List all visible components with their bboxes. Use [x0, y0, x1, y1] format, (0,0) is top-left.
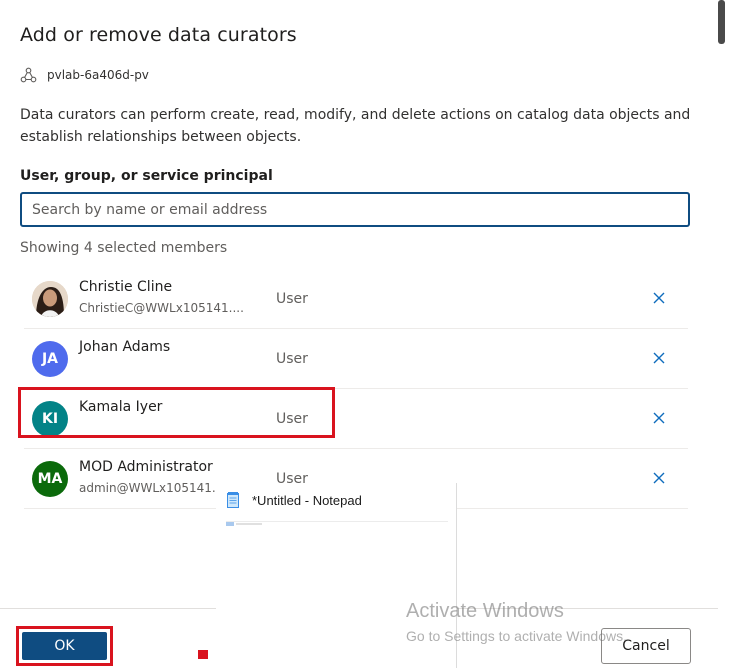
remove-member-button[interactable] — [648, 347, 670, 369]
cancel-button[interactable]: Cancel — [601, 628, 691, 664]
avatar: JA — [32, 341, 68, 377]
avatar: MA — [32, 461, 68, 497]
collection-icon — [20, 67, 37, 82]
notepad-window-title: *Untitled - Notepad — [252, 493, 362, 508]
member-email: ChristieC@WWLx105141.... — [79, 301, 244, 315]
dialog-title: Add or remove data curators — [20, 24, 297, 46]
kamala-iyer-highlight — [18, 387, 335, 438]
remove-member-button[interactable] — [648, 467, 670, 489]
remove-member-button[interactable] — [648, 407, 670, 429]
remove-member-button[interactable] — [648, 287, 670, 309]
member-row: Christie Cline ChristieC@WWLx105141.... … — [24, 269, 688, 329]
notepad-icon — [227, 492, 239, 508]
ok-button[interactable]: OK — [22, 632, 107, 660]
member-name: MOD Administrator — [79, 459, 213, 475]
close-icon — [653, 292, 665, 304]
dialog-description: Data curators can perform create, read, … — [20, 107, 691, 145]
member-name: Johan Adams — [79, 339, 171, 355]
notepad-preview — [226, 521, 448, 661]
notepad-preview-menu — [226, 522, 262, 526]
avatar — [32, 281, 68, 317]
close-icon — [653, 472, 665, 484]
member-name: Christie Cline — [79, 279, 173, 295]
member-row: JA Johan Adams User — [24, 329, 688, 389]
close-icon — [653, 412, 665, 424]
data-curators-panel: Add or remove data curators pvlab-6a406d… — [0, 0, 732, 668]
member-email: admin@WWLx105141.c — [79, 481, 223, 495]
annotation-marker — [198, 650, 208, 659]
collection-name: pvlab-6a406d-pv — [47, 68, 149, 82]
member-search-input[interactable] — [20, 192, 690, 227]
member-type: User — [276, 351, 308, 367]
user-photo-icon — [32, 281, 68, 317]
ok-button-highlight: OK — [16, 626, 113, 666]
close-icon — [653, 352, 665, 364]
member-type: User — [276, 291, 308, 307]
scrollbar-thumb[interactable] — [718, 0, 725, 44]
notepad-taskbar-thumbnail[interactable]: *Untitled - Notepad — [216, 483, 457, 668]
selected-members-count: Showing 4 selected members — [20, 240, 228, 256]
collection-info: pvlab-6a406d-pv — [20, 66, 149, 84]
search-field-label: User, group, or service principal — [20, 168, 273, 184]
